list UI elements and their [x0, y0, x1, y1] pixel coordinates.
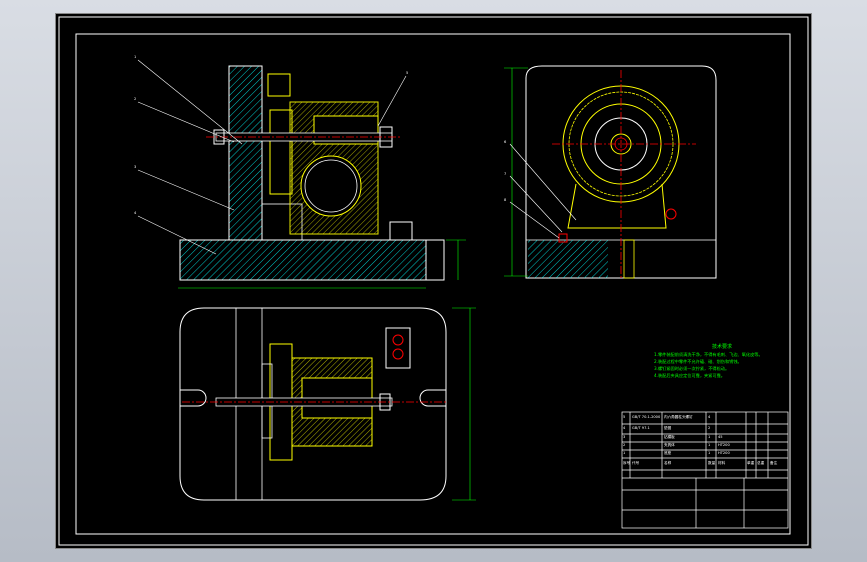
- front-view: [137, 59, 466, 289]
- balloon-4: 4: [134, 211, 137, 215]
- tb-row4-qty: 1: [708, 443, 711, 447]
- tb-row1-qty: 4: [708, 415, 711, 419]
- tb-row3-mat: 45: [718, 435, 723, 439]
- tb-header-no: 序号: [623, 461, 631, 465]
- outer-border: [58, 16, 809, 546]
- balloon-2: 2: [134, 97, 137, 101]
- tb-row2-no: 4: [623, 426, 626, 430]
- tb-row2-qty: 2: [708, 426, 711, 430]
- top-view: [179, 307, 476, 501]
- tb-header-name: 名称: [664, 461, 672, 465]
- note-line: 3.螺钉紧固时必须一次拧紧，不得松动。: [654, 366, 730, 371]
- balloon-5: 5: [406, 71, 409, 75]
- tb-row3-qty: 1: [708, 435, 711, 439]
- balloon-1: 1: [134, 55, 137, 59]
- tb-header-total-wt: 总重: [757, 461, 765, 465]
- tb-row3-name: 钻模板: [664, 435, 675, 439]
- tb-row4-no: 2: [623, 443, 626, 447]
- tb-row4-name: 夹具体: [664, 443, 675, 447]
- balloon-8: 8: [504, 198, 507, 202]
- tb-row1-no: 5: [623, 415, 626, 419]
- note-line: 4.装配后夹具应定位可靠，夹紧可靠。: [654, 373, 725, 378]
- cad-drawing: [58, 16, 809, 546]
- balloon-3: 3: [134, 165, 137, 169]
- note-line: 2.装配过程中零件不允许磕、碰、划伤和锈蚀。: [654, 359, 742, 364]
- tb-row2-code: GB/T 97.1: [632, 426, 650, 430]
- tb-row1-name: 内六角圆柱头螺钉: [664, 415, 693, 419]
- tb-row2-name: 垫圈: [664, 426, 672, 430]
- tb-row3-no: 3: [623, 435, 626, 439]
- tb-header-mat: 材料: [718, 461, 726, 465]
- drawing-sheet: 1 2 3 4 5 6 7 8 技术要求 1.零件装配前须清洗干净，不得有毛刺、…: [56, 14, 811, 548]
- side-view: [504, 65, 717, 279]
- inner-border: [75, 33, 791, 535]
- tb-row4-mat: HT200: [718, 443, 730, 447]
- tb-header-qty: 数量: [708, 461, 716, 465]
- tb-header-remark: 备注: [770, 461, 778, 465]
- tb-row5-name: 底座: [664, 451, 672, 455]
- tb-header-code: 代号: [632, 461, 640, 465]
- tb-row5-no: 1: [623, 451, 626, 455]
- balloon-7: 7: [504, 172, 507, 176]
- technical-notes: 技术要求 1.零件装配前须清洗干净，不得有毛刺、飞边、氧化皮等。 2.装配过程中…: [654, 344, 824, 379]
- balloon-6: 6: [504, 140, 507, 144]
- note-line: 1.零件装配前须清洗干净，不得有毛刺、飞边、氧化皮等。: [654, 352, 763, 357]
- technical-notes-title: 技术要求: [712, 344, 733, 350]
- tb-row5-mat: HT200: [718, 451, 730, 455]
- tb-header-unit-wt: 单重: [747, 461, 755, 465]
- tb-row5-qty: 1: [708, 451, 711, 455]
- tb-row1-code: GB/T 70.1-2000: [632, 415, 661, 419]
